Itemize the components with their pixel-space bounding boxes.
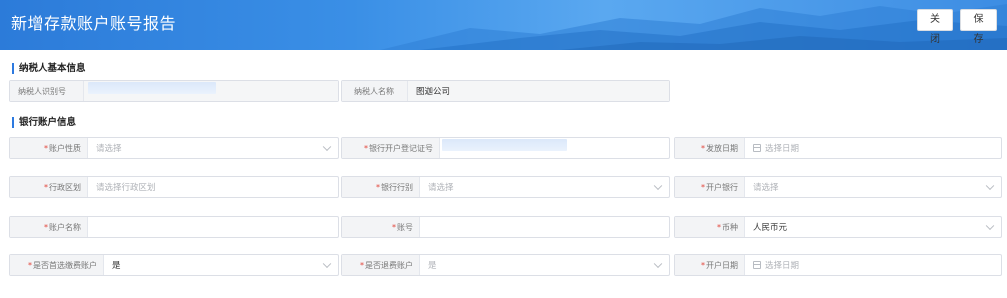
taxpayer-name-field: 纳税人名称 图迦公司 <box>341 80 670 102</box>
chevron-down-icon <box>985 221 995 231</box>
account-type-value[interactable]: 请选择 <box>88 138 338 158</box>
section-title-bank-info: 银行账户信息 <box>12 117 76 128</box>
chevron-down-icon <box>653 181 663 191</box>
account-type-label: * 账户性质 <box>10 138 88 158</box>
license-number-value[interactable] <box>440 138 669 158</box>
currency-select[interactable]: * 币种 人民币元 <box>674 216 1002 238</box>
tin-value <box>84 81 338 101</box>
region-value[interactable]: 请选择行政区划 <box>88 177 338 197</box>
issue-date-label: * 发放日期 <box>675 138 745 158</box>
license-number-field[interactable]: * 银行开户登记证号 <box>341 137 670 159</box>
account-name-label: * 账户名称 <box>10 217 88 237</box>
account-name-field[interactable]: * 账户名称 <box>9 216 339 238</box>
calendar-icon <box>753 144 761 152</box>
section-title-basic-info: 纳税人基本信息 <box>12 63 86 74</box>
currency-value[interactable]: 人民币元 <box>745 217 1001 237</box>
refund-account-value[interactable]: 是 <box>420 255 669 275</box>
bank-category-select[interactable]: * 银行行别 请选择 <box>341 176 670 198</box>
open-date-label: * 开户日期 <box>675 255 745 275</box>
license-number-label: * 银行开户登记证号 <box>342 138 440 158</box>
taxpayer-name-label: 纳税人名称 <box>342 81 408 101</box>
primary-tax-account-select[interactable]: * 是否首选缴费账户 是 <box>9 254 339 276</box>
issue-date-value[interactable]: 选择日期 <box>745 138 1001 158</box>
issue-date-picker[interactable]: * 发放日期 选择日期 <box>674 137 1002 159</box>
chevron-down-icon <box>322 259 332 269</box>
primary-tax-account-label: * 是否首选缴费账户 <box>10 255 104 275</box>
account-number-field[interactable]: * 账号 <box>341 216 670 238</box>
bank-category-value[interactable]: 请选择 <box>420 177 669 197</box>
bank-select[interactable]: * 开户银行 请选择 <box>674 176 1002 198</box>
account-number-label: * 账号 <box>342 217 420 237</box>
open-date-picker[interactable]: * 开户日期 选择日期 <box>674 254 1002 276</box>
calendar-icon <box>753 261 761 269</box>
page-title: 新增存款账户账号报告 <box>11 14 177 33</box>
account-type-select[interactable]: * 账户性质 请选择 <box>9 137 339 159</box>
bank-value[interactable]: 请选择 <box>745 177 1001 197</box>
refund-account-select[interactable]: * 是否退费账户 是 <box>341 254 670 276</box>
chevron-down-icon <box>653 259 663 269</box>
redacted-value <box>88 82 216 94</box>
region-label: * 行政区划 <box>10 177 88 197</box>
chevron-down-icon <box>985 181 995 191</box>
taxpayer-name-value: 图迦公司 <box>408 81 669 101</box>
open-date-value[interactable]: 选择日期 <box>745 255 1001 275</box>
save-button[interactable]: 保存 <box>960 9 997 45</box>
account-number-input[interactable] <box>420 217 669 237</box>
currency-label: * 币种 <box>675 217 745 237</box>
bank-category-label: * 银行行别 <box>342 177 420 197</box>
account-name-input[interactable] <box>88 217 338 237</box>
refund-account-label: * 是否退费账户 <box>342 255 420 275</box>
primary-tax-account-value[interactable]: 是 <box>104 255 338 275</box>
redacted-value <box>442 139 567 151</box>
close-button[interactable]: 关闭 <box>917 9 953 45</box>
region-select[interactable]: * 行政区划 请选择行政区划 <box>9 176 339 198</box>
bank-label: * 开户银行 <box>675 177 745 197</box>
tin-label: 纳税人识别号 <box>10 81 84 101</box>
page-header: 新增存款账户账号报告 关闭 保存 <box>0 0 1007 50</box>
tin-field: 纳税人识别号 <box>9 80 339 102</box>
chevron-down-icon <box>322 142 332 152</box>
